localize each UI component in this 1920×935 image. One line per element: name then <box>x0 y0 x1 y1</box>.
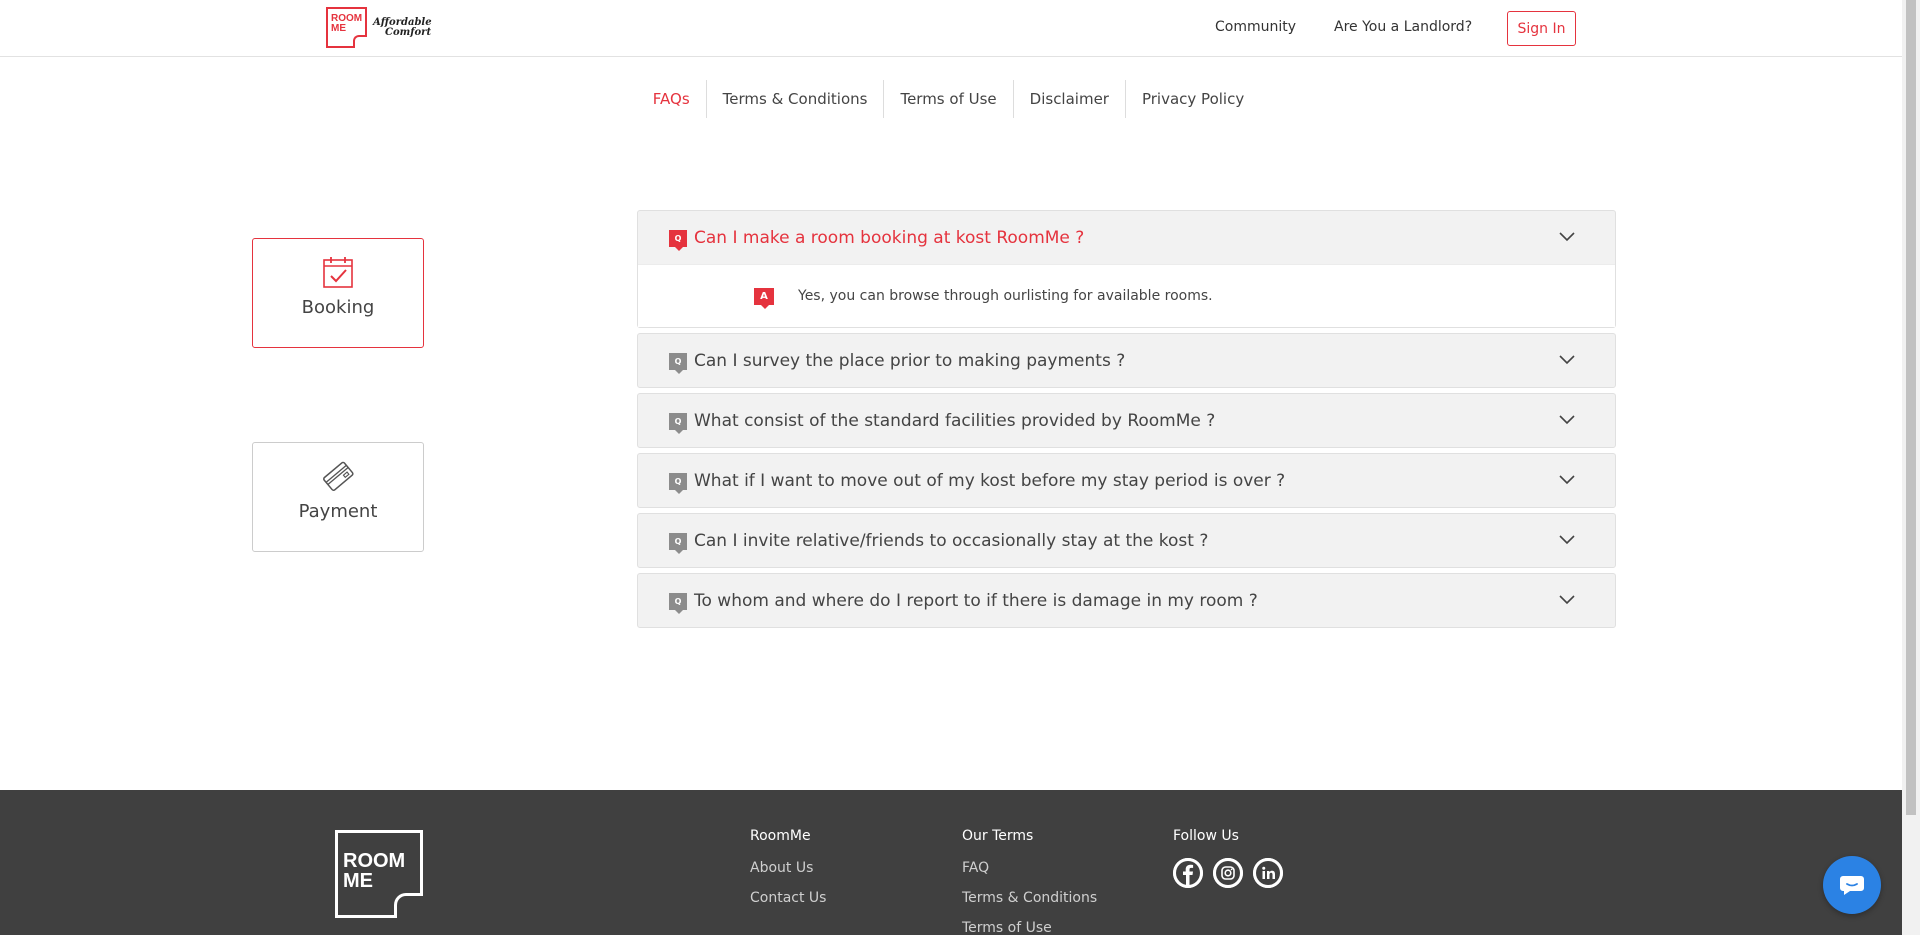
answer-badge-icon: A <box>754 287 774 309</box>
footer-col-roomme: RoomMe About Us Contact Us <box>750 828 826 920</box>
footer-col-follow: Follow Us <box>1173 828 1283 888</box>
category-booking[interactable]: Booking <box>252 238 424 348</box>
footer-logo-room: ROOM <box>343 850 406 872</box>
tab-privacy-policy[interactable]: Privacy Policy <box>1124 80 1260 118</box>
chevron-down-icon <box>1559 595 1575 605</box>
faq-question-header[interactable]: Q Can I invite relative/friends to occas… <box>638 514 1615 567</box>
footer-link-terms-conditions[interactable]: Terms & Conditions <box>962 890 1097 906</box>
site-footer: ROOM ME RoomMe About Us Contact Us Our T… <box>0 790 1902 935</box>
faq-question-header[interactable]: Q Can I make a room booking at kost Room… <box>638 211 1615 264</box>
scrollbar-thumb[interactable] <box>1906 0 1916 815</box>
tagline-line2: Comfort <box>385 26 432 38</box>
calendar-check-icon <box>321 255 355 289</box>
footer-logo-me: ME <box>343 870 373 892</box>
question-badge-icon: Q <box>669 353 687 374</box>
chevron-down-icon <box>1559 535 1575 545</box>
nav-community[interactable]: Community <box>1215 19 1296 35</box>
faq-question-header[interactable]: Q What if I want to move out of my kost … <box>638 454 1615 507</box>
faq-item: Q To whom and where do I report to if th… <box>637 573 1616 628</box>
faq-item: Q Can I survey the place prior to making… <box>637 333 1616 388</box>
question-badge-icon: Q <box>669 533 687 554</box>
faq-question-header[interactable]: Q To whom and where do I report to if th… <box>638 574 1615 627</box>
faq-item: Q What consist of the standard facilitie… <box>637 393 1616 448</box>
chat-bubble-icon <box>1840 876 1864 895</box>
facebook-icon[interactable] <box>1173 858 1203 888</box>
logo-tagline: Affordable Comfort <box>373 16 432 38</box>
faq-answer: A Yes, you can browse through ourlisting… <box>638 264 1615 327</box>
category-label: Booking <box>301 297 375 318</box>
terms-tabs: FAQs Terms & Conditions Terms of Use Dis… <box>0 80 1902 118</box>
footer-heading: RoomMe <box>750 828 811 844</box>
tagline-line1: Affordable <box>373 16 432 28</box>
tab-disclaimer[interactable]: Disclaimer <box>1012 80 1125 118</box>
faq-accordion: Q Can I make a room booking at kost Room… <box>637 210 1616 633</box>
faq-question: What if I want to move out of my kost be… <box>694 470 1286 491</box>
site-header: ROOM ME Affordable Comfort Community Are… <box>0 0 1902 57</box>
sign-in-button[interactable]: Sign In <box>1507 11 1576 46</box>
footer-heading: Our Terms <box>962 828 1034 844</box>
footer-logo[interactable]: ROOM ME <box>335 830 423 918</box>
faq-item: Q Can I make a room booking at kost Room… <box>637 210 1616 328</box>
faq-answer-text: Yes, you can browse through ourlisting f… <box>798 288 1213 304</box>
faq-item: Q What if I want to move out of my kost … <box>637 453 1616 508</box>
faq-item: Q Can I invite relative/friends to occas… <box>637 513 1616 568</box>
footer-link-about-us[interactable]: About Us <box>750 860 826 876</box>
linkedin-icon[interactable] <box>1253 858 1283 888</box>
footer-link-contact-us[interactable]: Contact Us <box>750 890 826 906</box>
category-payment[interactable]: Payment <box>252 442 424 552</box>
nav-landlord[interactable]: Are You a Landlord? <box>1334 19 1472 35</box>
faq-question: Can I invite relative/friends to occasio… <box>694 530 1209 551</box>
faq-question-header[interactable]: Q What consist of the standard facilitie… <box>638 394 1615 447</box>
question-badge-icon: Q <box>669 473 687 494</box>
tab-terms-of-use[interactable]: Terms of Use <box>883 80 1012 118</box>
faq-question: What consist of the standard facilities … <box>694 410 1216 431</box>
footer-heading: Follow Us <box>1173 828 1239 844</box>
logo-mark: ROOM ME <box>326 7 367 48</box>
question-badge-icon: Q <box>669 593 687 614</box>
footer-link-terms-of-use[interactable]: Terms of Use <box>962 920 1097 935</box>
chat-button[interactable] <box>1823 856 1881 914</box>
faq-question: Can I survey the place prior to making p… <box>694 350 1126 371</box>
tab-terms-conditions[interactable]: Terms & Conditions <box>705 80 884 118</box>
chevron-down-icon <box>1559 415 1575 425</box>
credit-card-icon <box>321 459 355 493</box>
chevron-down-icon <box>1559 475 1575 485</box>
question-badge-icon: Q <box>669 413 687 434</box>
question-badge-icon: Q <box>669 230 687 251</box>
instagram-icon[interactable] <box>1213 858 1243 888</box>
chevron-down-icon <box>1559 232 1575 242</box>
logo-text-me: ME <box>331 23 346 34</box>
chevron-down-icon <box>1559 355 1575 365</box>
footer-link-faq[interactable]: FAQ <box>962 860 1097 876</box>
category-label: Payment <box>298 501 378 522</box>
faq-question-header[interactable]: Q Can I survey the place prior to making… <box>638 334 1615 387</box>
faq-question: Can I make a room booking at kost RoomMe… <box>694 227 1085 248</box>
faq-question: To whom and where do I report to if ther… <box>694 590 1258 611</box>
page-scrollbar[interactable] <box>1902 0 1920 935</box>
tab-faqs[interactable]: FAQs <box>637 80 706 118</box>
roomme-logo[interactable]: ROOM ME Affordable Comfort <box>326 7 432 48</box>
footer-col-terms: Our Terms FAQ Terms & Conditions Terms o… <box>962 828 1097 935</box>
